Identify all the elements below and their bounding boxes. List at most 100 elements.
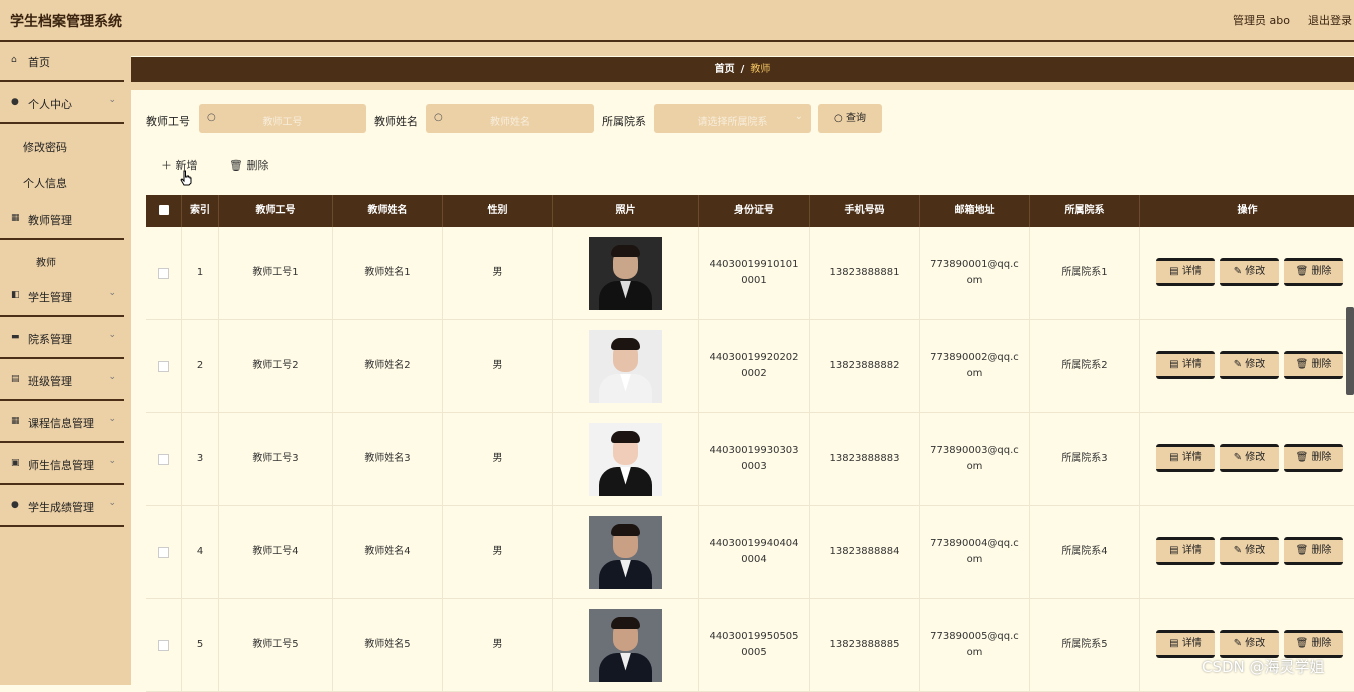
- delete-button-label: 删除: [1311, 359, 1332, 370]
- building-icon: ▬: [11, 332, 20, 342]
- teacher-id-input[interactable]: ○ 教师工号: [199, 104, 366, 133]
- edit-button-label: 修改: [1245, 638, 1266, 649]
- row-checkbox[interactable]: [158, 267, 169, 279]
- cell-id: 教师工号2: [219, 320, 333, 412]
- sidebar-subitem-personal-info[interactable]: 个人信息: [23, 175, 67, 191]
- teacher-photo[interactable]: [589, 236, 662, 310]
- breadcrumb-current: 教师: [750, 64, 771, 75]
- cell-email: 773890001@qq.com: [920, 227, 1030, 319]
- dept-value: 所属院系5: [1061, 639, 1108, 650]
- email-value: 773890003@qq.com: [930, 445, 1019, 472]
- cell-email: 773890004@qq.com: [920, 506, 1030, 598]
- sidebar-item-teacher-student-info[interactable]: ▣ 师生信息管理 ⌄: [0, 445, 124, 485]
- delete-button[interactable]: 🗑 删除: [1284, 351, 1343, 379]
- grid-icon: ▦: [11, 213, 20, 223]
- cell-email: 773890005@qq.com: [920, 599, 1030, 691]
- cell-email: 773890003@qq.com: [920, 413, 1030, 505]
- cell-index: 1: [182, 227, 219, 319]
- sidebar-item-home[interactable]: ⌂ 首页: [0, 42, 124, 82]
- row-select-cell: [146, 506, 182, 598]
- delete-button[interactable]: 🗑 删除: [1284, 258, 1343, 286]
- detail-button[interactable]: ▤ 详情: [1156, 351, 1215, 379]
- teacher-photo[interactable]: [589, 422, 662, 496]
- index-value: 1: [196, 267, 204, 278]
- cell-id: 教师工号1: [219, 227, 333, 319]
- row-checkbox[interactable]: [158, 546, 169, 558]
- chevron-down-icon: ⌄: [108, 498, 116, 508]
- name-value: 教师姓名5: [364, 639, 411, 650]
- row-select-cell: [146, 599, 182, 691]
- sidebar-item-student-management[interactable]: ◧ 学生管理 ⌄: [0, 277, 124, 317]
- department-select[interactable]: 请选择所属院系 ⌄: [654, 104, 811, 133]
- operations-cell: ▤ 详情 ✎ 修改 🗑 删除: [1140, 506, 1354, 598]
- table-row: 2 教师工号2 教师姓名2 男 440300199202020002 1382388888…: [146, 320, 1354, 413]
- teacher-photo[interactable]: [589, 329, 662, 403]
- detail-button[interactable]: ▤ 详情: [1156, 444, 1215, 472]
- row-checkbox[interactable]: [158, 453, 169, 465]
- column-header: 操作: [1237, 205, 1258, 216]
- sidebar-subitem-change-password[interactable]: 修改密码: [23, 139, 67, 155]
- student-icon: ◧: [11, 290, 20, 300]
- name-value: 教师姓名1: [364, 267, 411, 278]
- edit-button[interactable]: ✎ 修改: [1220, 258, 1279, 286]
- edit-button[interactable]: ✎ 修改: [1220, 351, 1279, 379]
- sidebar-item-label: 学生管理: [28, 291, 72, 304]
- row-checkbox[interactable]: [158, 360, 169, 372]
- scrollbar-thumb[interactable]: [1346, 307, 1354, 395]
- detail-button[interactable]: ▤ 详情: [1156, 537, 1215, 565]
- cell-dept: 所属院系2: [1030, 320, 1140, 412]
- delete-button-label: 删除: [1311, 638, 1332, 649]
- pin-icon: ●: [11, 500, 19, 510]
- photo-cell: [553, 413, 699, 505]
- sidebar-subitem-teacher[interactable]: 教师: [36, 254, 56, 269]
- chevron-down-icon: ⌄: [108, 95, 116, 105]
- query-button[interactable]: ○ 查询: [818, 104, 882, 133]
- edit-button[interactable]: ✎ 修改: [1220, 444, 1279, 472]
- sidebar-item-department-management[interactable]: ▬ 院系管理 ⌄: [0, 319, 124, 359]
- checkbox-select-all[interactable]: [158, 205, 169, 215]
- dept-value: 所属院系3: [1061, 453, 1108, 464]
- cell-gender: 男: [443, 227, 553, 319]
- trash-icon: 🗑: [1295, 266, 1312, 277]
- sidebar-item-teacher-management[interactable]: ▦ 教师管理: [0, 200, 124, 240]
- header-select-all[interactable]: [146, 195, 182, 227]
- edit-icon: ✎: [1233, 452, 1246, 463]
- delete-button[interactable]: 🗑 删除: [1284, 537, 1343, 565]
- teacher-photo[interactable]: [589, 515, 662, 589]
- delete-button-label: 删除: [1311, 266, 1332, 277]
- sidebar-item-personal-center[interactable]: ● 个人中心 ⌄: [0, 84, 124, 124]
- delete-button[interactable]: 🗑 删除: [1284, 444, 1343, 472]
- detail-button[interactable]: ▤ 详情: [1156, 258, 1215, 286]
- batch-delete-button[interactable]: 🗑 删除: [229, 157, 268, 173]
- email-value: 773890002@qq.com: [930, 352, 1019, 379]
- detail-button-label: 详情: [1181, 452, 1202, 463]
- main-top-band: [131, 42, 1354, 56]
- detail-button[interactable]: ▤ 详情: [1156, 630, 1215, 658]
- column-header: 索引: [182, 195, 219, 227]
- operations-cell: ▤ 详情 ✎ 修改 🗑 删除: [1140, 227, 1354, 319]
- row-checkbox[interactable]: [158, 639, 169, 651]
- sidebar-item-course-management[interactable]: ▦ 课程信息管理 ⌄: [0, 403, 124, 443]
- column-header: 教师工号: [219, 195, 333, 227]
- detail-icon: ▤: [1169, 638, 1182, 649]
- id-value: 教师工号5: [252, 639, 299, 650]
- gender-value: 男: [492, 267, 503, 278]
- breadcrumb-home[interactable]: 首页: [715, 64, 735, 75]
- operations-cell: ▤ 详情 ✎ 修改 🗑 删除: [1140, 599, 1354, 691]
- top-bar: 学生档案管理系统 管理员 abo 退出登录: [0, 0, 1354, 42]
- delete-button[interactable]: 🗑 删除: [1284, 630, 1343, 658]
- sidebar-item-grade-management[interactable]: ● 学生成绩管理 ⌄: [0, 487, 124, 527]
- edit-button[interactable]: ✎ 修改: [1220, 630, 1279, 658]
- hand-cursor-icon: [180, 170, 192, 186]
- query-button-label: 查询: [845, 113, 866, 124]
- edit-button[interactable]: ✎ 修改: [1220, 537, 1279, 565]
- sidebar-item-class-management[interactable]: ▤ 班级管理 ⌄: [0, 361, 124, 401]
- gender-value: 男: [492, 453, 503, 464]
- teacher-name-input[interactable]: ○ 教师姓名: [426, 104, 594, 133]
- logout-link[interactable]: 退出登录: [1308, 12, 1352, 28]
- cell-phone: 13823888882: [810, 320, 920, 412]
- sidebar-item-label: 班级管理: [28, 375, 72, 388]
- teacher-photo[interactable]: [589, 608, 662, 682]
- table-row: 4 教师工号4 教师姓名4 男 440300199404040004 1382388888…: [146, 506, 1354, 599]
- sidebar: ⌂ 首页 ● 个人中心 ⌄ 修改密码 个人信息 ▦ 教师管理 教师 ◧ 学生管理…: [0, 42, 131, 685]
